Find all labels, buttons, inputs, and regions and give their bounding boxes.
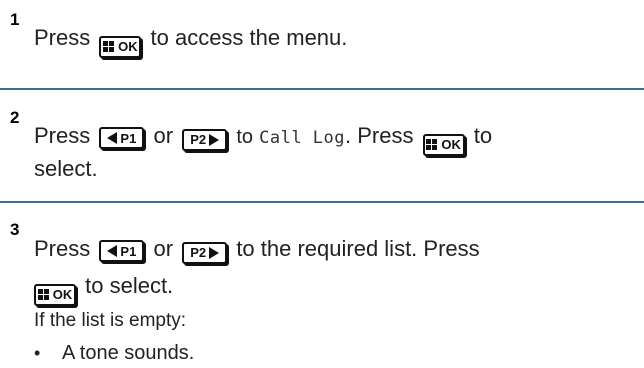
p1-left-key-icon: P1: [99, 240, 145, 262]
p2-right-key-icon: P2: [182, 128, 228, 151]
bullet-text: A tone sounds.: [62, 342, 195, 364]
step-3-line-2: OK to select.: [34, 272, 173, 306]
right-arrow-icon: [209, 133, 220, 146]
key-label: OK: [118, 39, 138, 54]
step-3-line-1: Press P1 or P2 to the required list. Pre…: [34, 235, 480, 264]
menu-grid-icon: [426, 139, 438, 150]
step-text: or: [153, 236, 174, 261]
right-arrow-icon: [209, 246, 220, 259]
step-text: to select.: [85, 273, 174, 298]
key-label: P1: [120, 243, 137, 259]
step-text: select.: [34, 156, 98, 181]
step-number: 1: [10, 10, 20, 29]
step-text: or: [153, 123, 174, 148]
key-label: OK: [52, 287, 73, 302]
left-arrow-icon: [107, 245, 118, 257]
key-label: OK: [441, 137, 461, 152]
step-2-line-1: Press P1 or P2 to Call Log. Press OK to: [34, 122, 492, 156]
step-text: . Press: [345, 123, 414, 148]
p2-right-key-icon: P2: [182, 241, 228, 264]
menu-item-name: Call Log: [259, 128, 346, 148]
step-text: Press: [34, 236, 91, 261]
left-arrow-icon: [107, 132, 118, 144]
note-text: If the list is empty:: [34, 310, 187, 331]
step-text: to: [473, 123, 493, 148]
step-2-line-2: select.: [34, 155, 98, 183]
menu-grid-icon: [103, 41, 115, 52]
key-label: P1: [120, 130, 137, 146]
step-number: 2: [10, 108, 20, 127]
step-number: 3: [10, 220, 20, 239]
step-1-text: Press OK to access the menu.: [34, 24, 347, 58]
step-text: to: [236, 126, 253, 148]
menu-grid-icon: [37, 289, 49, 300]
key-label: P2: [190, 245, 207, 260]
step-divider: [0, 88, 644, 90]
p1-left-key-icon: P1: [99, 127, 145, 149]
bullet-icon: •: [34, 343, 41, 363]
step-divider: [0, 201, 644, 203]
step-text: to the required list. Press: [236, 236, 480, 261]
menu-ok-key-icon: OK: [99, 35, 142, 58]
menu-ok-key-icon: OK: [422, 133, 465, 156]
step-text: to access the menu.: [150, 25, 348, 50]
step-3-bullet-item: • A tone sounds.: [34, 339, 194, 367]
menu-ok-key-icon: OK: [34, 283, 76, 306]
step-text: Press: [34, 25, 91, 50]
step-3-note: If the list is empty:: [34, 307, 186, 335]
key-label: P2: [190, 132, 207, 147]
step-text: Press: [34, 123, 91, 148]
